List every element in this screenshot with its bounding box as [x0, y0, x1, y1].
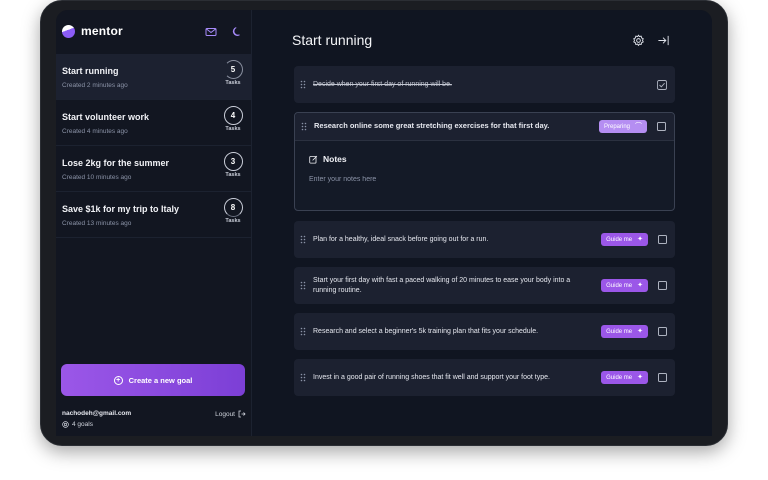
task-checkbox[interactable]: [658, 327, 667, 336]
chip-label: Guide me: [606, 282, 633, 289]
goal-title: Start running: [62, 66, 119, 76]
task-list: Decide when your first day of running wi…: [294, 66, 675, 405]
guide-me-button[interactable]: Guide me ✦: [601, 371, 648, 384]
checked-checkbox-icon[interactable]: [657, 79, 667, 90]
mail-icon[interactable]: [205, 26, 217, 38]
sparkle-icon: ✦: [637, 374, 643, 381]
chip-label: Guide me: [606, 328, 633, 335]
main-panel: Start running Decide when your first day…: [252, 10, 712, 436]
target-icon: [62, 421, 69, 428]
task-item[interactable]: Start your first day with fast a paced w…: [294, 267, 675, 304]
notes-title: Notes: [323, 154, 347, 164]
goal-count-label: 4 goals: [72, 421, 93, 428]
goal-item[interactable]: Start volunteer work Created 4 minutes a…: [56, 100, 252, 146]
create-goal-button[interactable]: + Create a new goal: [61, 364, 245, 396]
goal-item[interactable]: Save $1k for my trip to Italy Created 13…: [56, 192, 252, 238]
moon-icon[interactable]: [231, 26, 243, 38]
goal-title: Save $1k for my trip to Italy: [62, 204, 180, 214]
task-count-label: Tasks: [225, 218, 241, 224]
goal-title: Lose 2kg for the summer: [62, 158, 170, 168]
chip-label: Guide me: [606, 374, 633, 381]
goal-created: Created 10 minutes ago: [62, 174, 132, 181]
drag-handle-icon[interactable]: [300, 327, 306, 336]
notes-header: Notes: [309, 154, 660, 164]
main-header-actions: [632, 34, 670, 47]
loading-spinner-icon: ⌒: [635, 123, 642, 130]
task-item[interactable]: Research and select a beginner's 5k trai…: [294, 313, 675, 350]
app-name: mentor: [81, 24, 123, 38]
goal-list: Start running Created 2 minutes ago 5 Ta…: [56, 54, 252, 238]
task-count: 5 Tasks: [222, 60, 244, 86]
notes-section: Notes: [295, 141, 674, 210]
task-item[interactable]: Decide when your first day of running wi…: [294, 66, 675, 103]
task-count: 8 Tasks: [222, 198, 244, 224]
task-item[interactable]: Plan for a healthy, ideal snack before g…: [294, 221, 675, 258]
sidebar: mentor Start running Created 2 minutes a…: [56, 10, 252, 436]
logout-label: Logout: [215, 410, 235, 418]
sidebar-footer: nachodeh@gmail.com Logout 4 goals: [62, 410, 246, 428]
sparkle-icon: ✦: [637, 282, 643, 289]
edit-note-icon: [309, 155, 318, 164]
drag-handle-icon[interactable]: [300, 281, 306, 290]
drag-handle-icon[interactable]: [300, 235, 306, 244]
task-item[interactable]: Invest in a good pair of running shoes t…: [294, 359, 675, 396]
drag-handle-icon[interactable]: [300, 80, 306, 89]
goal-title: Start volunteer work: [62, 112, 150, 122]
chip-label: Preparing: [603, 123, 630, 130]
create-goal-label: Create a new goal: [128, 375, 193, 385]
task-count: 3 Tasks: [222, 152, 244, 178]
sidebar-header-actions: [205, 26, 243, 38]
collapse-panel-icon[interactable]: [657, 34, 670, 47]
task-text: Research online some great stretching ex…: [314, 121, 550, 131]
task-checkbox[interactable]: [658, 373, 667, 382]
guide-me-button[interactable]: Guide me ✦: [601, 233, 648, 246]
task-count-ring: 4: [223, 106, 243, 125]
task-text: Decide when your first day of running wi…: [313, 80, 452, 88]
mentor-logo-icon: [62, 24, 75, 38]
guide-me-button[interactable]: Guide me ✦: [601, 325, 648, 338]
task-count-ring: 3: [223, 152, 243, 171]
preparing-chip[interactable]: Preparing ⌒: [598, 120, 647, 133]
task-checkbox[interactable]: [658, 281, 667, 290]
task-text: Research and select a beginner's 5k trai…: [313, 327, 539, 335]
drag-handle-icon[interactable]: [301, 122, 307, 131]
task-checkbox[interactable]: [657, 122, 666, 131]
logout-button[interactable]: Logout: [215, 410, 246, 418]
goal-item[interactable]: Lose 2kg for the summer Created 10 minut…: [56, 146, 252, 192]
goal-created: Created 2 minutes ago: [62, 82, 128, 89]
app-window: mentor Start running Created 2 minutes a…: [56, 10, 712, 436]
drag-handle-icon[interactable]: [300, 373, 306, 382]
task-item-expanded[interactable]: Research online some great stretching ex…: [294, 112, 675, 211]
task-count-ring: 8: [223, 198, 243, 217]
brand[interactable]: mentor: [62, 24, 123, 38]
task-text: Start your first day with fast a paced w…: [313, 276, 571, 294]
guide-me-button[interactable]: Guide me ✦: [601, 279, 648, 292]
goal-created: Created 13 minutes ago: [62, 220, 132, 227]
goal-item[interactable]: Start running Created 2 minutes ago 5 Ta…: [56, 54, 252, 100]
task-count-ring: 5: [223, 60, 243, 79]
task-count-label: Tasks: [225, 126, 241, 132]
task-count-label: Tasks: [225, 172, 241, 178]
gear-icon[interactable]: [632, 34, 645, 47]
sparkle-icon: ✦: [637, 236, 643, 243]
sparkle-icon: ✦: [637, 328, 643, 335]
logout-icon: [238, 410, 246, 418]
task-text: Invest in a good pair of running shoes t…: [313, 373, 550, 381]
page-title: Start running: [292, 32, 373, 48]
goal-count: 4 goals: [62, 421, 246, 428]
task-text: Plan for a healthy, ideal snack before g…: [313, 235, 489, 243]
chip-label: Guide me: [606, 236, 633, 243]
task-header[interactable]: Research online some great stretching ex…: [295, 113, 674, 141]
task-count: 4 Tasks: [222, 106, 244, 132]
notes-input[interactable]: [309, 176, 660, 183]
plus-circle-icon: +: [113, 375, 123, 385]
task-count-label: Tasks: [225, 80, 241, 86]
task-checkbox[interactable]: [658, 235, 667, 244]
goal-created: Created 4 minutes ago: [62, 128, 128, 135]
